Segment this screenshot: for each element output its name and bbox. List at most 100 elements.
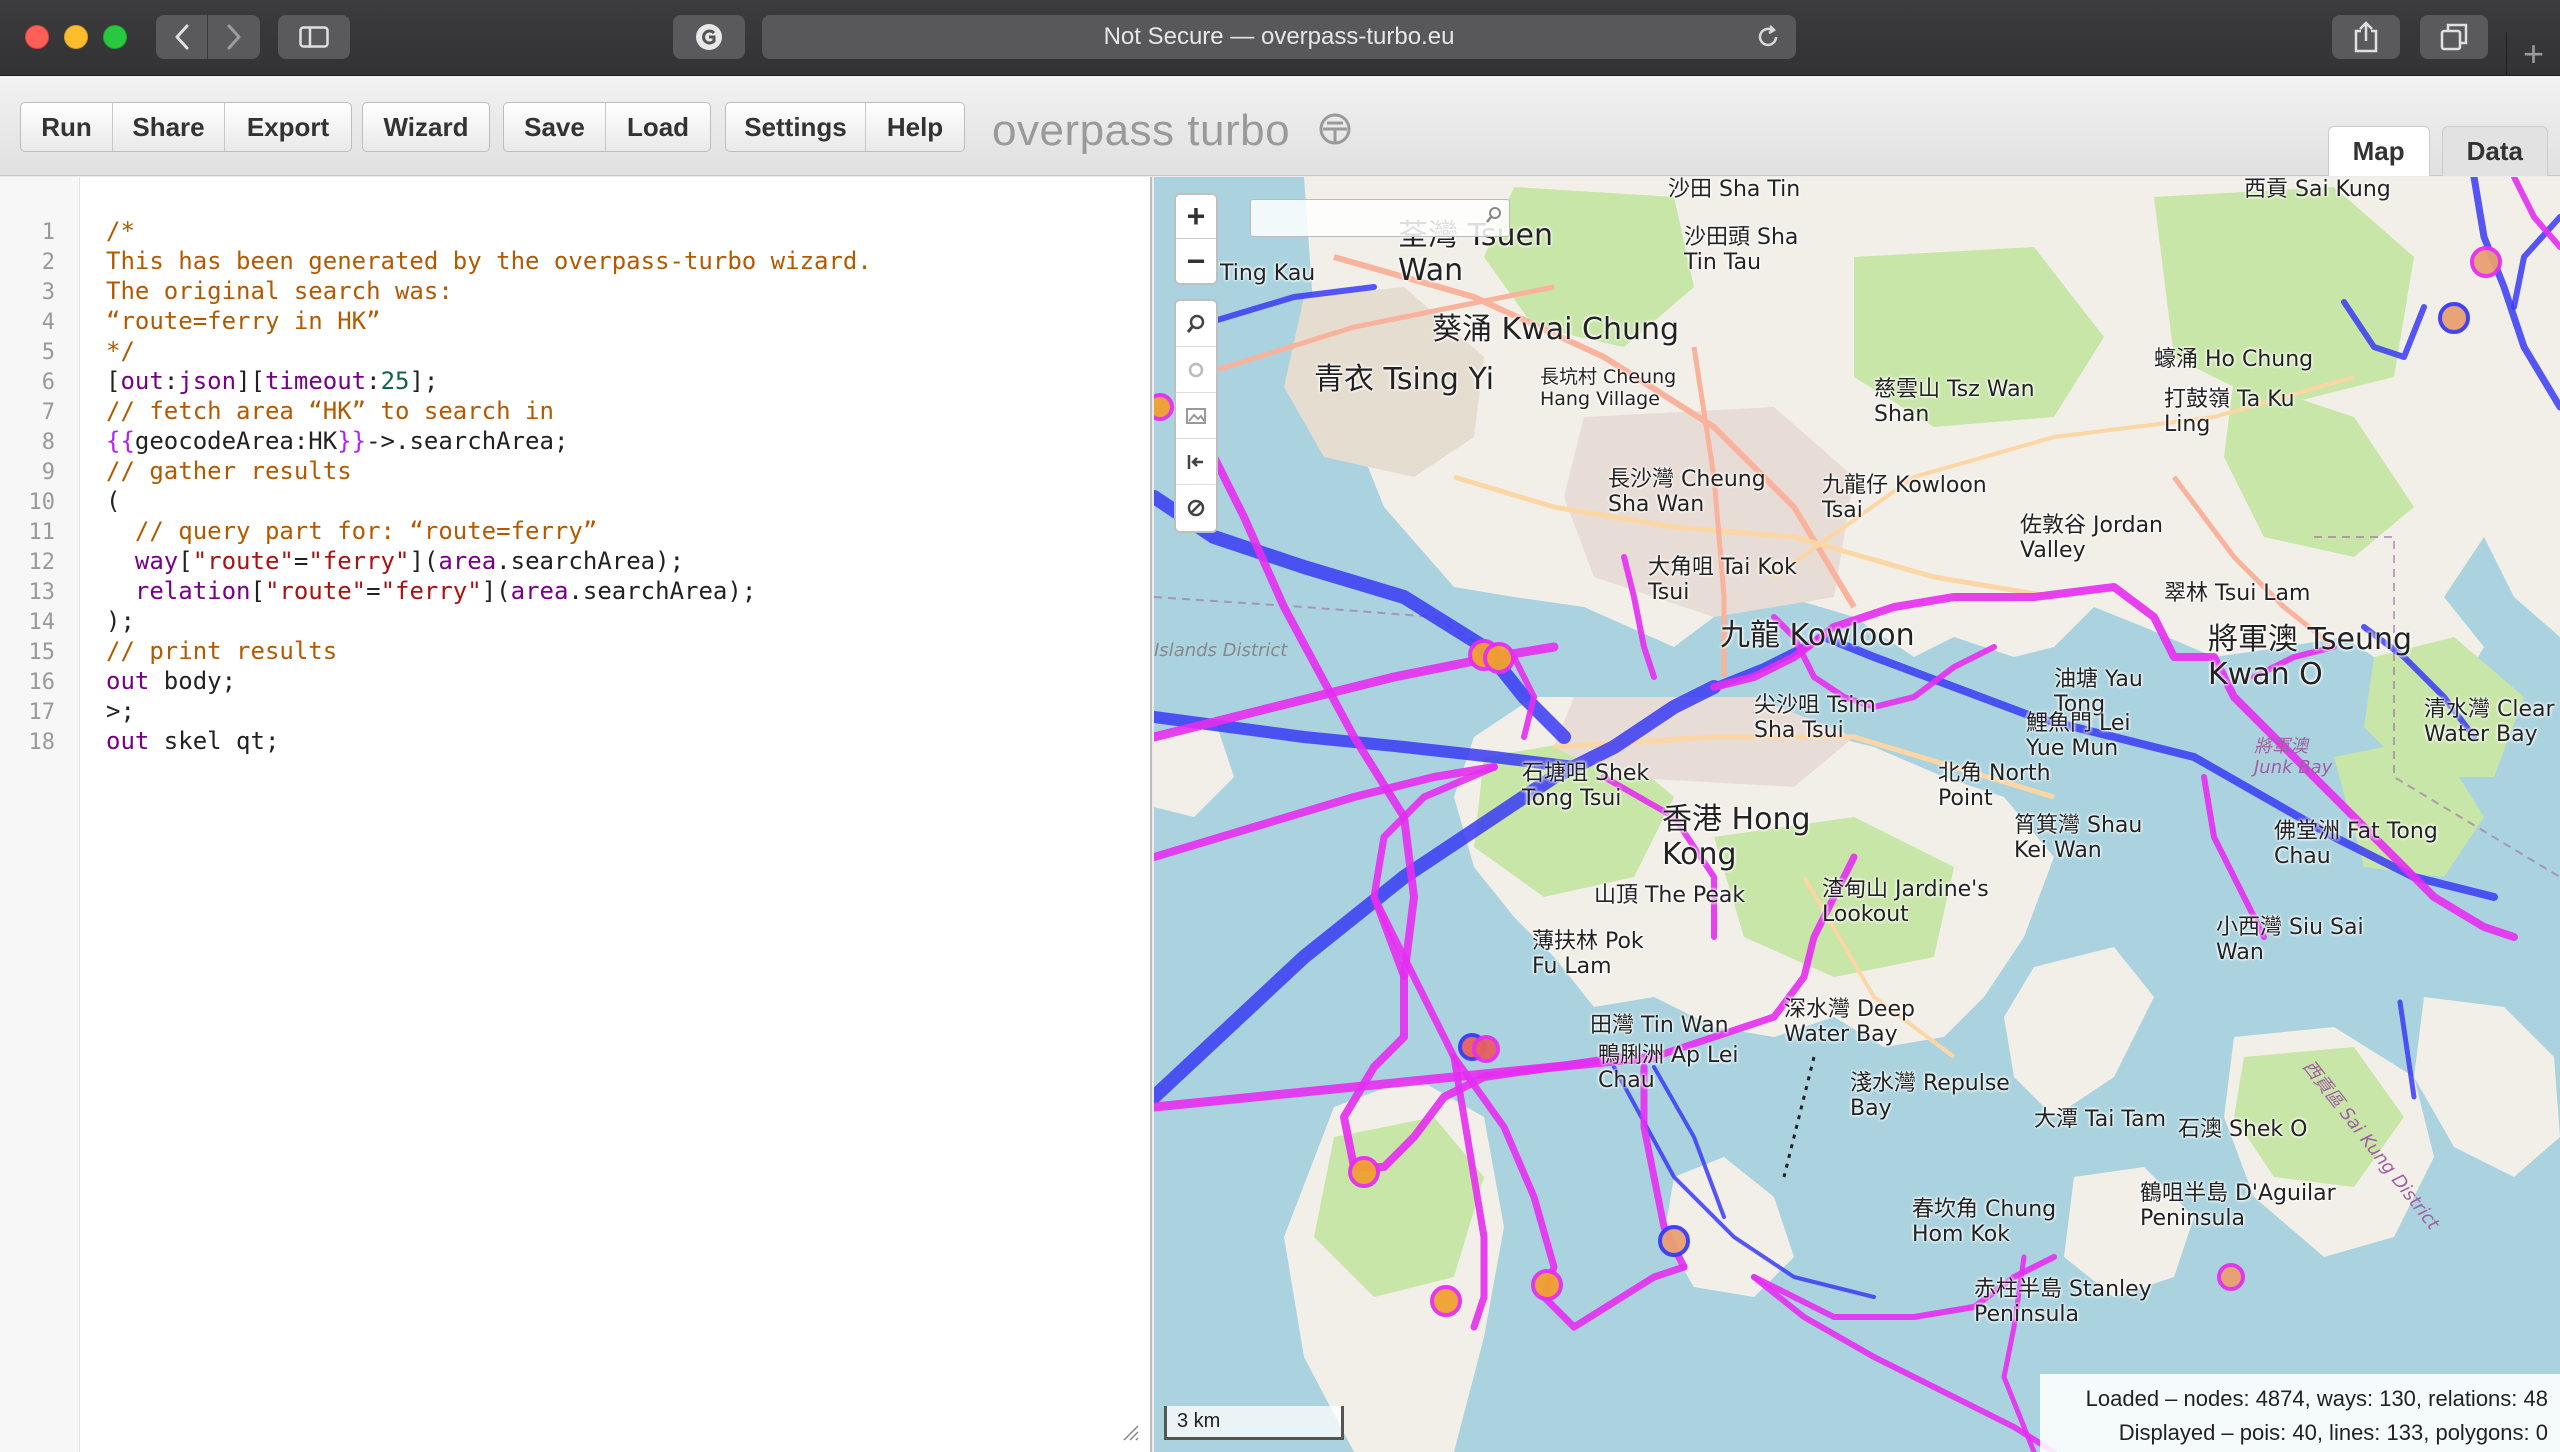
export-image-button[interactable] bbox=[1176, 393, 1216, 439]
zoom-in-button[interactable]: + bbox=[1176, 195, 1216, 239]
code-line: // gather results bbox=[106, 457, 352, 485]
line-number: 1 bbox=[41, 220, 55, 245]
line-number: 10 bbox=[28, 490, 56, 515]
code-line: // fetch area “HK” to search in bbox=[106, 397, 554, 425]
export-button[interactable]: Export bbox=[225, 103, 351, 151]
map-label: 油塘 Yau Tong bbox=[2054, 667, 2143, 718]
resize-handle-icon[interactable] bbox=[1120, 1422, 1140, 1442]
map-label: 筲箕灣 Shau Kei Wan bbox=[2014, 813, 2143, 864]
locate-icon bbox=[1188, 362, 1204, 377]
run-button-group: Run Share Export bbox=[20, 102, 352, 152]
map-search-input[interactable] bbox=[1250, 199, 1510, 237]
help-button[interactable]: Help bbox=[866, 103, 964, 151]
magnifier-icon bbox=[1186, 314, 1205, 333]
view-tabs: Map Data bbox=[2327, 126, 2560, 176]
map-label: 佐敦谷 Jordan Valley bbox=[2020, 513, 2163, 564]
map-view[interactable]: 西貢 Sai Kung 沙田 Sha Tin 荃灣 Tsuen Wan Ting… bbox=[1154, 177, 2560, 1452]
map-label: 葵涌 Kwai Chung bbox=[1432, 312, 1680, 347]
code-line: {{geocodeArea:HK}}->.searchArea; bbox=[106, 427, 569, 455]
address-bar[interactable]: Not Secure — overpass-turbo.eu bbox=[762, 15, 1796, 59]
code-line: out body; bbox=[106, 667, 237, 695]
map-label: 佛堂洲 Fat Tong Chau bbox=[2274, 819, 2438, 870]
line-number: 12 bbox=[28, 550, 56, 575]
map-label: 慈雲山 Tsz Wan Shan bbox=[1874, 377, 2035, 428]
line-number: 17 bbox=[28, 700, 56, 725]
line-number: 5 bbox=[41, 340, 55, 365]
save-button-group: Save Load bbox=[503, 102, 711, 152]
share-icon bbox=[2354, 21, 2378, 53]
line-number: 15 bbox=[28, 640, 56, 665]
map-label: 石澳 Shek O bbox=[2178, 1117, 2308, 1142]
line-number: 2 bbox=[41, 250, 55, 275]
code-line: relation["route"="ferry"](area.searchAre… bbox=[106, 577, 757, 605]
reload-icon[interactable] bbox=[1754, 23, 1782, 51]
code-line: // query part for: “route=ferry” bbox=[106, 517, 598, 545]
grammarly-icon bbox=[696, 24, 722, 50]
window-close-button[interactable] bbox=[25, 25, 49, 49]
forward-button[interactable] bbox=[208, 15, 260, 59]
settings-button-group: Settings Help bbox=[725, 102, 965, 152]
map-label: 淺水灣 Repulse Bay bbox=[1850, 1071, 2010, 1122]
share-query-button[interactable]: Share bbox=[113, 103, 225, 151]
tab-data[interactable]: Data bbox=[2441, 126, 2548, 176]
window-minimize-button[interactable] bbox=[64, 25, 88, 49]
map-label: 九龍 Kowloon bbox=[1720, 618, 1915, 653]
code-line: The original search was: bbox=[106, 277, 453, 305]
zoom-to-data-button[interactable] bbox=[1176, 301, 1216, 347]
map-label: 沙田 Sha Tin bbox=[1668, 177, 1801, 202]
stats-displayed: Displayed – pois: 40, lines: 133, polygo… bbox=[2118, 1420, 2548, 1445]
map-label: 石塘咀 Shek Tong Tsui bbox=[1522, 761, 1650, 812]
code-line: // print results bbox=[106, 637, 338, 665]
tab-overview-button[interactable] bbox=[2420, 15, 2488, 59]
tab-map[interactable]: Map bbox=[2327, 126, 2430, 176]
load-button[interactable]: Load bbox=[606, 103, 710, 151]
code-line: /* bbox=[106, 217, 135, 245]
save-button[interactable]: Save bbox=[504, 103, 606, 151]
wizard-button-group: Wizard bbox=[362, 102, 490, 152]
locate-me-button[interactable] bbox=[1176, 347, 1216, 393]
toggle-data-button[interactable] bbox=[1176, 485, 1216, 531]
map-label: 薄扶林 Pok Fu Lam bbox=[1532, 929, 1644, 980]
sidebar-toggle-button[interactable] bbox=[278, 15, 350, 59]
new-tab-button[interactable]: + bbox=[2506, 32, 2560, 76]
map-label: 小西灣 Siu Sai Wan bbox=[2216, 915, 2364, 966]
plus-icon: + bbox=[2522, 33, 2545, 74]
map-label: 青衣 Tsing Yi bbox=[1314, 362, 1495, 397]
code-line: */ bbox=[106, 337, 135, 365]
map-label: Islands District bbox=[1154, 640, 1288, 661]
map-label: 大潭 Tai Tam bbox=[2034, 1107, 2167, 1132]
map-label: 鯉魚門 Lei Yue Mun bbox=[2026, 711, 2131, 762]
map-label: 大角咀 Tai Kok Tsui bbox=[1648, 555, 1797, 606]
run-button[interactable]: Run bbox=[21, 103, 113, 151]
query-editor[interactable]: 1 2 3 4 5 6 7 8 9 10 11 12 13 14 15 16 1… bbox=[0, 177, 1152, 1452]
map-label: 西貢 Sai Kung bbox=[2244, 177, 2391, 202]
chevron-left-icon bbox=[175, 24, 188, 50]
line-number: 4 bbox=[41, 310, 55, 335]
map-label: 將軍澳 Tseung Kwan O bbox=[2208, 622, 2413, 692]
back-button[interactable] bbox=[156, 15, 208, 59]
stats-loaded: Loaded – nodes: 4874, ways: 130, relatio… bbox=[2085, 1386, 2548, 1411]
share-button[interactable] bbox=[2332, 15, 2400, 59]
search-icon[interactable] bbox=[1484, 205, 1504, 225]
address-text: Not Secure — overpass-turbo.eu bbox=[1103, 23, 1455, 50]
map-label: 山頂 The Peak bbox=[1594, 883, 1746, 908]
line-number: 14 bbox=[28, 610, 56, 635]
code-line: >; bbox=[106, 697, 135, 725]
map-label: 清水灣 Clear Water Bay bbox=[2424, 697, 2555, 748]
line-number-gutter: 1 2 3 4 5 6 7 8 9 10 11 12 13 14 15 16 1… bbox=[0, 177, 80, 1452]
code-line: “route=ferry in HK” bbox=[106, 307, 381, 335]
extension-button[interactable] bbox=[673, 15, 745, 59]
settings-button[interactable]: Settings bbox=[726, 103, 866, 151]
zoom-out-button[interactable]: − bbox=[1176, 239, 1216, 283]
map-label: 尖沙咀 Tsim Sha Tsui bbox=[1754, 693, 1876, 744]
line-number: 6 bbox=[41, 370, 55, 395]
map-label: 赤柱半島 Stanley Peninsula bbox=[1974, 1277, 2152, 1328]
wizard-button[interactable]: Wizard bbox=[363, 103, 489, 151]
fit-to-bounds-button[interactable] bbox=[1176, 439, 1216, 485]
navigation-buttons bbox=[156, 15, 260, 59]
line-number: 3 bbox=[41, 280, 55, 305]
image-icon bbox=[1186, 407, 1206, 424]
window-fullscreen-button[interactable] bbox=[103, 25, 127, 49]
map-label: 打鼓嶺 Ta Ku Ling bbox=[2164, 387, 2295, 438]
map-scale-bar: 3 km bbox=[1164, 1406, 1344, 1440]
